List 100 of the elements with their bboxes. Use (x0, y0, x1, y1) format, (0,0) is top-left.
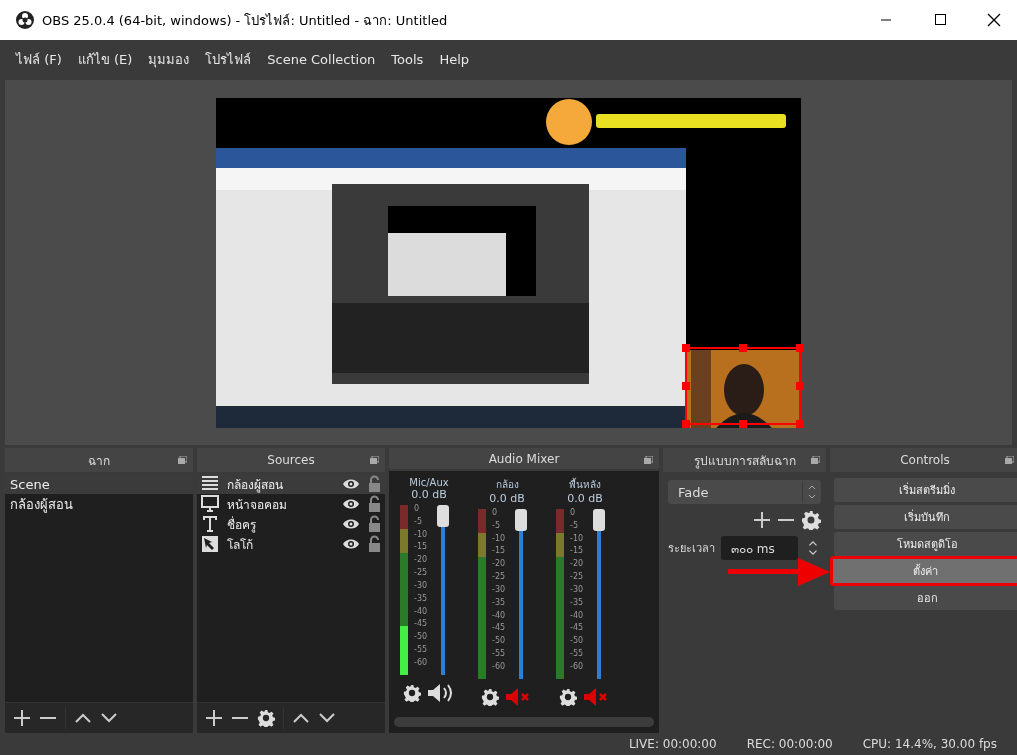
scale-label: -30 (570, 585, 584, 594)
scale-label: -35 (492, 598, 506, 607)
channel-name: พื้นหลัง (569, 477, 601, 492)
slider-thumb[interactable] (593, 509, 606, 531)
scale-label: -25 (414, 569, 428, 578)
float-icon[interactable] (370, 456, 379, 464)
duration-label: ระยะเวลา (668, 541, 715, 557)
float-icon[interactable] (1005, 456, 1014, 464)
eye-icon[interactable] (342, 478, 360, 490)
settings-icon[interactable] (403, 684, 421, 702)
menu-item[interactable]: Tools (383, 51, 432, 67)
source-item[interactable]: ชื่อครู (197, 514, 385, 534)
control-button[interactable]: ออก (834, 586, 1017, 610)
unlock-icon[interactable] (368, 495, 381, 513)
scale-label: -60 (492, 662, 506, 671)
source-label: หน้าจอคอม (227, 496, 288, 514)
scale-label: -45 (492, 624, 506, 633)
scale-label: -30 (414, 581, 428, 590)
scale-label: -35 (414, 594, 428, 603)
float-icon[interactable] (178, 456, 187, 464)
scale-label: -50 (414, 633, 428, 642)
dock-title: Sources (267, 453, 315, 467)
channel-reading: 0.0 dB (411, 488, 447, 501)
float-icon[interactable] (644, 456, 653, 464)
scene-item[interactable]: กล้องผู้สอน (5, 494, 193, 514)
dock-title: รูปแบบการสลับฉาก (693, 452, 796, 470)
eye-icon[interactable] (342, 518, 360, 530)
scale-label: -10 (414, 530, 428, 539)
window-title: OBS 25.0.4 (64-bit, windows) - โปรไฟล์: Untitled - ฉาก: Untitled (42, 11, 449, 30)
unlock-icon[interactable] (368, 475, 381, 493)
scale-label: -5 (492, 521, 501, 530)
app-logo-icon (16, 11, 34, 29)
status-text: REC: 00:00:00 (746, 737, 833, 751)
scale-label: -55 (570, 650, 584, 659)
scale-label: -5 (570, 521, 579, 530)
scale-label: -10 (492, 534, 506, 543)
scale-label: -30 (492, 585, 506, 594)
selection-frame[interactable] (682, 343, 804, 428)
channel-reading: 0.0 dB (489, 492, 525, 505)
menu-item[interactable]: แก้ไข (E) (69, 48, 141, 70)
scale-label: -55 (492, 650, 506, 659)
image-icon (201, 535, 219, 553)
scale-label: -45 (414, 620, 428, 629)
status-text: LIVE: 00:00:00 (628, 737, 717, 751)
menu-item[interactable]: Help (431, 51, 477, 67)
scale-label: -40 (492, 611, 506, 620)
add-icon[interactable] (205, 709, 223, 727)
scale-label: -40 (414, 607, 428, 616)
unlock-icon[interactable] (368, 515, 381, 533)
scale-label: -20 (570, 560, 584, 569)
unlock-icon[interactable] (368, 535, 381, 553)
channel-reading: 0.0 dB (567, 492, 603, 505)
scale-label: -5 (414, 517, 423, 526)
scale-label: -40 (570, 611, 584, 620)
menu-item[interactable]: มุมมอง (140, 48, 198, 70)
slider-thumb[interactable] (437, 505, 450, 527)
control-button[interactable]: เริ่มสตรีมมิ่ง (834, 478, 1017, 502)
dock-title: Controls (900, 453, 950, 467)
control-button[interactable]: โหมดสตูดิโอ (834, 532, 1017, 556)
source-item[interactable]: หน้าจอคอม (197, 494, 385, 514)
settings-icon[interactable] (801, 510, 821, 530)
scale-label: 0 (492, 509, 499, 517)
settings-icon[interactable] (257, 709, 275, 727)
control-button[interactable]: เริ่มบันทึก (834, 505, 1017, 529)
source-label: โลโก้ (227, 536, 254, 554)
scale-label: -35 (570, 598, 584, 607)
add-icon[interactable] (13, 709, 31, 727)
scale-label: -45 (570, 624, 584, 633)
scale-label: -20 (492, 560, 506, 569)
scale-label: -15 (492, 547, 506, 556)
eye-icon[interactable] (342, 498, 360, 510)
channel-name: กล้อง (495, 478, 519, 492)
menu-item[interactable]: ไฟล์ (F) (8, 48, 70, 70)
scale-label: -15 (414, 543, 428, 552)
float-icon[interactable] (811, 456, 820, 464)
settings-icon[interactable] (559, 688, 577, 706)
transition-select[interactable]: Fade (668, 480, 821, 504)
eye-icon[interactable] (342, 538, 360, 550)
scale-label: 0 (570, 509, 577, 517)
duration-field[interactable]: ๓๐๐ ms (721, 536, 799, 560)
add-icon[interactable] (753, 511, 771, 529)
control-button[interactable]: ตั้งค่า (830, 556, 1017, 586)
scale-label: -25 (570, 573, 584, 582)
scale-label: -60 (570, 662, 584, 671)
slider-thumb[interactable] (515, 509, 528, 531)
text-icon (201, 515, 219, 533)
menu-item[interactable]: โปรไฟล์ (197, 48, 260, 70)
scale-label: -55 (414, 646, 428, 655)
scale-label: -10 (570, 534, 584, 543)
source-item[interactable]: โลโก้ (197, 534, 385, 554)
scale-label: -60 (414, 658, 428, 667)
channel-name: Mic/Aux (409, 477, 449, 488)
speaker-icon[interactable] (427, 683, 455, 703)
scale-label: -25 (492, 573, 506, 582)
scene-item[interactable]: Scene (5, 474, 193, 494)
settings-icon[interactable] (481, 688, 499, 706)
source-item[interactable]: กล้องผู้สอน (197, 474, 385, 494)
scrollbar[interactable] (394, 717, 654, 727)
dock-title: ฉาก (88, 452, 110, 470)
menu-item[interactable]: Scene Collection (259, 51, 384, 67)
